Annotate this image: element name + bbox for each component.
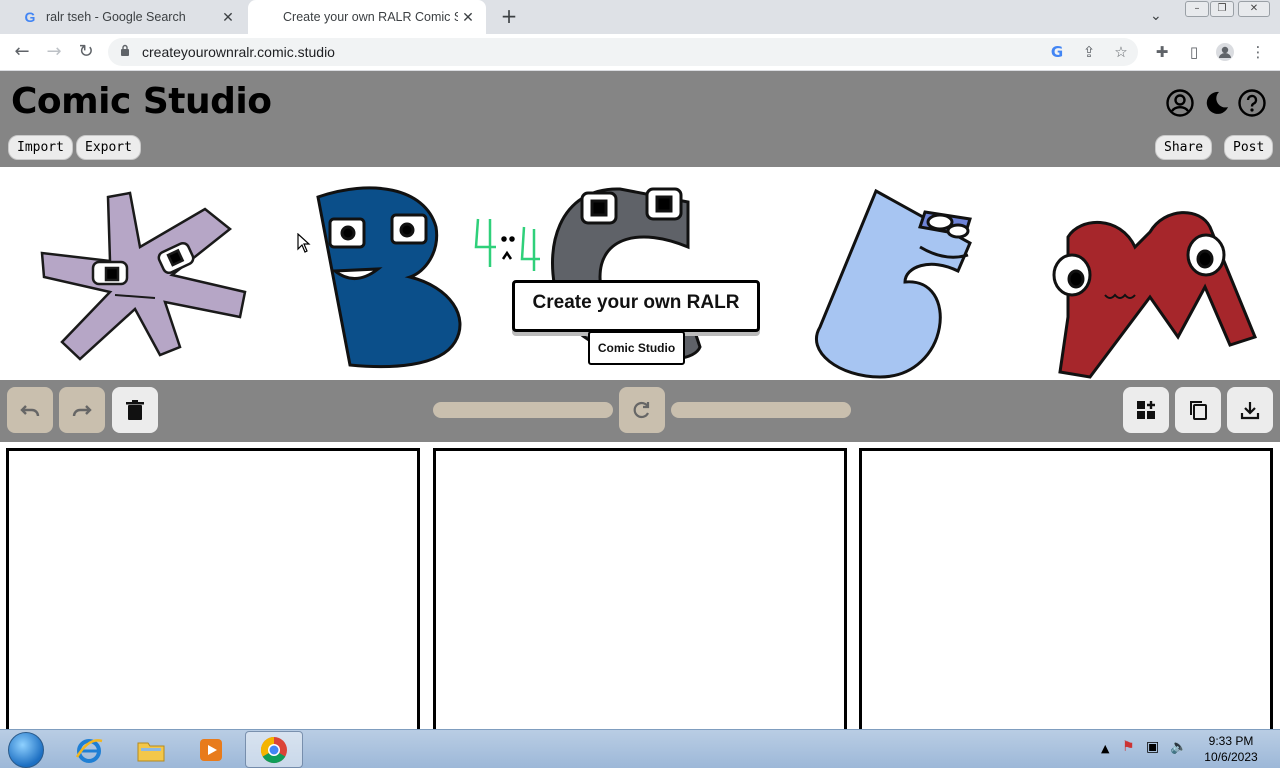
internet-explorer-icon[interactable]: [60, 731, 118, 768]
mouse-cursor-icon: [297, 233, 311, 253]
profile-avatar-icon[interactable]: [1215, 42, 1235, 62]
browser-tab-strip: G ralr tseh - Google Search ✕ Create you…: [0, 0, 1280, 34]
file-explorer-icon[interactable]: [122, 731, 180, 768]
start-button[interactable]: [8, 732, 44, 768]
chrome-menu-icon[interactable]: ⋮: [1248, 42, 1268, 62]
download-button[interactable]: [1227, 387, 1273, 433]
post-button[interactable]: Post: [1224, 135, 1274, 160]
right-slider-track[interactable]: [671, 402, 851, 418]
editor-toolbar: [0, 380, 1280, 442]
refresh-button[interactable]: [619, 387, 665, 433]
back-arrow-icon[interactable]: ←: [10, 40, 34, 64]
new-tab-button[interactable]: +: [498, 6, 520, 28]
comic-panel[interactable]: [6, 448, 420, 738]
lock-icon: [121, 44, 129, 56]
banner-subtitle: Comic Studio: [588, 331, 685, 365]
extensions-puzzle-icon[interactable]: ✚: [1152, 42, 1172, 62]
chrome-taskbar-icon[interactable]: [245, 731, 303, 768]
trash-icon: [126, 400, 144, 420]
import-button[interactable]: Import: [8, 135, 73, 160]
clock-date: 10/6/2023: [1204, 750, 1258, 764]
restore-button[interactable]: ❐: [1210, 1, 1234, 17]
share-button[interactable]: Share: [1155, 135, 1213, 160]
side-panel-icon[interactable]: ▯: [1184, 42, 1204, 62]
address-bar[interactable]: createyourownralr.comic.studio: [108, 38, 1138, 66]
account-icon[interactable]: [1165, 88, 1195, 118]
media-player-icon[interactable]: [182, 731, 240, 768]
minimize-button[interactable]: –: [1185, 1, 1209, 17]
forward-arrow-icon[interactable]: →: [42, 40, 66, 64]
network-icon[interactable]: ▣: [1146, 739, 1159, 755]
banner-headline: Create your own RALR: [512, 280, 760, 332]
export-button[interactable]: Export: [76, 135, 141, 160]
four-four-character: [474, 218, 540, 271]
page-title: Comic Studio: [11, 81, 272, 122]
windows-taskbar: ▲ ⚑ ▣ 🔈 9:33 PM 10/6/2023: [0, 729, 1280, 768]
volume-muted-icon[interactable]: 🔈: [1170, 739, 1187, 755]
action-center-flag-icon[interactable]: ⚑: [1122, 739, 1135, 755]
asterisk-character: [40, 191, 247, 361]
url-text: createyourownralr.comic.studio: [142, 44, 335, 60]
close-tab-icon[interactable]: ✕: [458, 7, 478, 27]
browser-toolbar: ← → ↻ createyourownralr.comic.studio G ⇪…: [0, 34, 1280, 71]
delete-button[interactable]: [112, 387, 158, 433]
hero-banner: Create your own RALR Comic Studio: [0, 167, 1280, 380]
bookmark-star-icon[interactable]: ☆: [1112, 43, 1130, 61]
tab-google-search[interactable]: G ralr tseh - Google Search ✕: [8, 0, 246, 34]
show-hidden-icons[interactable]: ▲: [1101, 742, 1109, 755]
reload-icon[interactable]: ↻: [74, 40, 98, 64]
undo-icon: [20, 405, 40, 417]
letter-b-character: [316, 186, 462, 369]
google-g-icon: G: [24, 9, 36, 25]
dark-mode-moon-icon[interactable]: [1201, 88, 1231, 118]
comic-panel[interactable]: [859, 448, 1273, 738]
comic-panel[interactable]: [433, 448, 847, 738]
left-slider-track[interactable]: [433, 402, 613, 418]
tab-title: Create your own RALR Comic Stu: [283, 10, 458, 24]
comic-panels-area: [0, 442, 1280, 738]
copy-icon: [1190, 401, 1207, 420]
redo-button[interactable]: [59, 387, 105, 433]
undo-button[interactable]: [7, 387, 53, 433]
google-lens-icon[interactable]: G: [1048, 43, 1066, 61]
share-page-icon[interactable]: ⇪: [1080, 43, 1098, 61]
tab-search-chevron-icon[interactable]: ⌄: [1150, 8, 1162, 24]
system-clock[interactable]: 9:33 PM 10/6/2023: [1198, 733, 1264, 765]
close-window-button[interactable]: ✕: [1238, 1, 1270, 17]
copy-button[interactable]: [1175, 387, 1221, 433]
refresh-icon: [633, 401, 650, 419]
redo-icon: [72, 405, 92, 417]
tab-title: ralr tseh - Google Search: [46, 10, 186, 24]
close-tab-icon[interactable]: ✕: [218, 7, 238, 27]
help-icon[interactable]: [1237, 88, 1267, 118]
site-header: Comic Studio Import Export Share Post: [0, 71, 1280, 167]
download-icon: [1240, 402, 1260, 420]
tab-comic-studio[interactable]: Create your own RALR Comic Stu ✕: [248, 0, 486, 34]
letter-m-character: [1052, 211, 1258, 379]
add-panel-button[interactable]: [1123, 387, 1169, 433]
letter-s-character: [815, 188, 972, 379]
clock-time: 9:33 PM: [1208, 734, 1254, 748]
add-panel-icon: [1137, 401, 1155, 419]
